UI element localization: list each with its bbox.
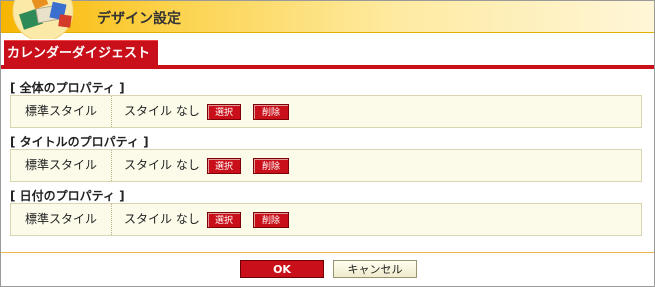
cancel-button[interactable]: キャンセル (333, 260, 417, 278)
delete-button[interactable]: 削除 (253, 104, 289, 120)
section-title-title: [ タイトルのプロパティ ] (10, 135, 149, 149)
style-value: スタイル なし (124, 104, 200, 118)
ok-button[interactable]: OK (240, 260, 324, 278)
select-button[interactable]: 選択 (207, 158, 241, 174)
select-button[interactable]: 選択 (207, 212, 241, 228)
tab-calendar-digest[interactable]: カレンダーダイジェスト (4, 40, 158, 65)
app-logo-icon (7, 0, 85, 39)
title-bar: デザイン設定 (1, 0, 654, 39)
select-button[interactable]: 選択 (207, 104, 241, 120)
tab-underline (1, 65, 654, 69)
property-panel-overall: 標準スタイル スタイル なし 選択 削除 (10, 95, 642, 128)
style-value: スタイル なし (124, 158, 200, 172)
style-label: 標準スタイル (11, 150, 112, 181)
property-panel-date: 標準スタイル スタイル なし 選択 削除 (10, 203, 642, 236)
delete-button[interactable]: 削除 (253, 212, 289, 228)
style-value: スタイル なし (124, 212, 200, 226)
section-title-date: [ 日付のプロパティ ] (10, 189, 125, 203)
delete-button[interactable]: 削除 (253, 158, 289, 174)
property-panel-title: 標準スタイル スタイル なし 選択 削除 (10, 149, 642, 182)
footer-divider (1, 252, 654, 253)
style-label: 標準スタイル (11, 96, 112, 127)
section-title-overall: [ 全体のプロパティ ] (10, 81, 125, 95)
window-title: デザイン設定 (97, 11, 181, 27)
style-label: 標準スタイル (11, 204, 112, 235)
tab-bar: カレンダーダイジェスト (1, 40, 654, 70)
